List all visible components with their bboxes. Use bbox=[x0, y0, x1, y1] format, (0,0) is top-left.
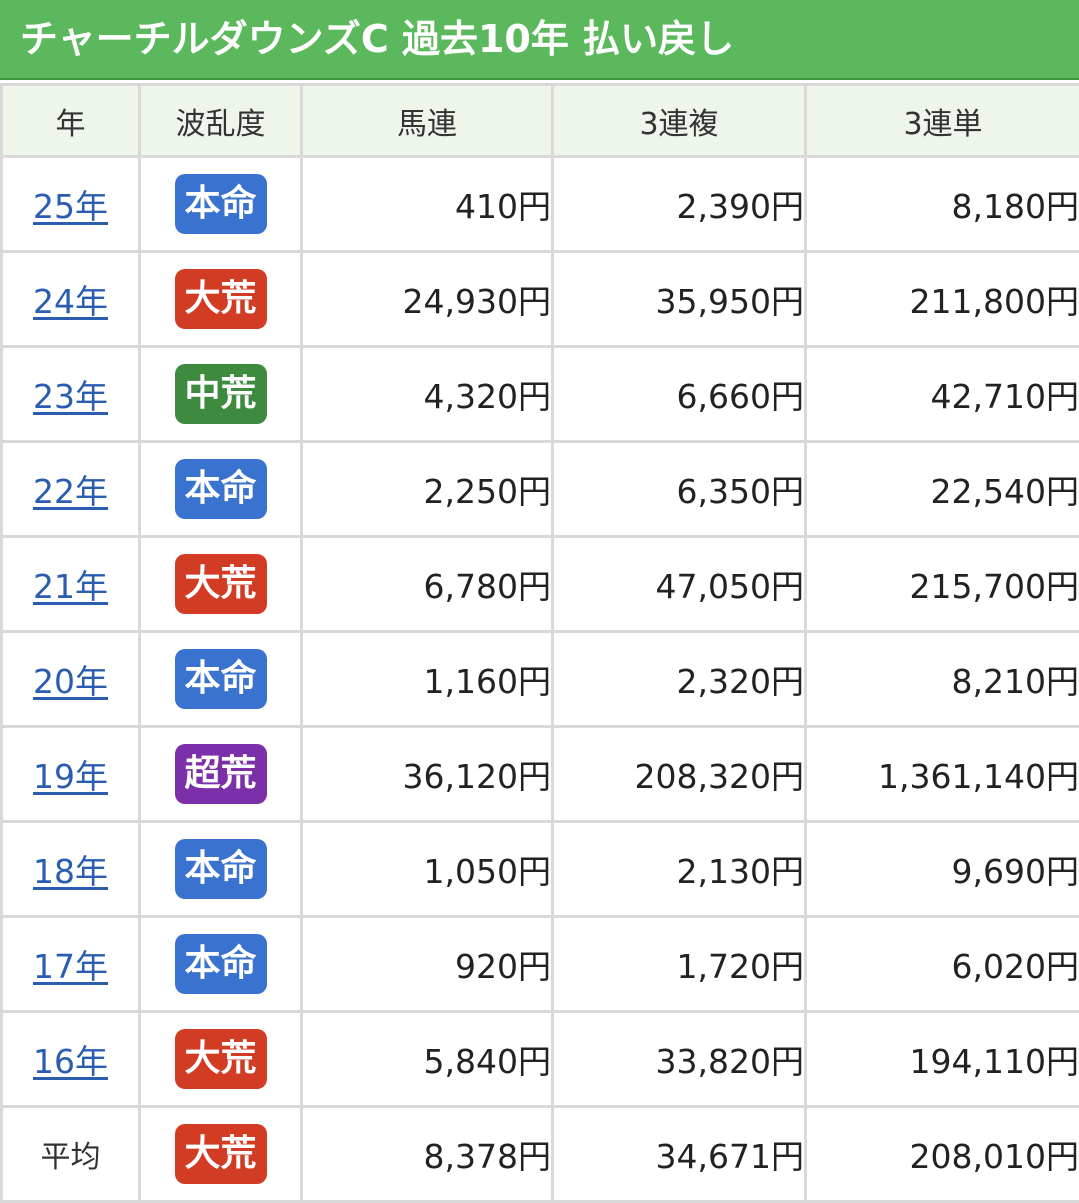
level-badge: 超荒 bbox=[175, 744, 267, 804]
umaren-cell: 6,780円 bbox=[302, 537, 553, 632]
year-cell: 18年 bbox=[2, 822, 140, 917]
year-link[interactable]: 23年 bbox=[33, 377, 108, 416]
average-row: 平均 大荒 8,378円 34,671円 208,010円 bbox=[2, 1107, 1079, 1202]
year-cell: 20年 bbox=[2, 632, 140, 727]
level-cell: 超荒 bbox=[140, 727, 302, 822]
sanrenpuku-cell: 35,950円 bbox=[553, 252, 806, 347]
sanrentan-cell: 8,210円 bbox=[806, 632, 1079, 727]
sanrentan-cell: 8,180円 bbox=[806, 157, 1079, 252]
sanrentan-cell: 42,710円 bbox=[806, 347, 1079, 442]
level-badge: 本命 bbox=[175, 839, 267, 899]
umaren-cell: 1,050円 bbox=[302, 822, 553, 917]
sanrentan-cell: 22,540円 bbox=[806, 442, 1079, 537]
year-link[interactable]: 19年 bbox=[33, 757, 108, 796]
level-badge: 本命 bbox=[175, 459, 267, 519]
level-cell: 本命 bbox=[140, 917, 302, 1012]
table-header: 年 波乱度 馬連 3連複 3連単 bbox=[2, 85, 1079, 157]
year-cell: 16年 bbox=[2, 1012, 140, 1107]
year-cell: 21年 bbox=[2, 537, 140, 632]
sanrentan-cell: 215,700円 bbox=[806, 537, 1079, 632]
sanrenpuku-cell: 6,660円 bbox=[553, 347, 806, 442]
header-sanrenpuku: 3連複 bbox=[553, 85, 806, 157]
header-umaren: 馬連 bbox=[302, 85, 553, 157]
year-cell: 17年 bbox=[2, 917, 140, 1012]
sanrenpuku-cell: 2,390円 bbox=[553, 157, 806, 252]
year-cell: 24年 bbox=[2, 252, 140, 347]
average-label: 平均 bbox=[2, 1107, 140, 1202]
level-cell: 大荒 bbox=[140, 1107, 302, 1202]
year-link[interactable]: 16年 bbox=[33, 1042, 108, 1081]
table-row: 18年 本命 1,050円 2,130円 9,690円 bbox=[2, 822, 1079, 917]
year-cell: 19年 bbox=[2, 727, 140, 822]
umaren-cell: 1,160円 bbox=[302, 632, 553, 727]
level-badge: 本命 bbox=[175, 934, 267, 994]
year-link[interactable]: 22年 bbox=[33, 472, 108, 511]
sanrenpuku-cell: 6,350円 bbox=[553, 442, 806, 537]
sanrenpuku-cell: 208,320円 bbox=[553, 727, 806, 822]
sanrenpuku-cell: 33,820円 bbox=[553, 1012, 806, 1107]
level-badge: 本命 bbox=[175, 174, 267, 234]
sanrenpuku-cell: 2,130円 bbox=[553, 822, 806, 917]
umaren-cell: 4,320円 bbox=[302, 347, 553, 442]
level-badge: 本命 bbox=[175, 649, 267, 709]
table-row: 19年 超荒 36,120円 208,320円 1,361,140円 bbox=[2, 727, 1079, 822]
sanrentan-cell: 6,020円 bbox=[806, 917, 1079, 1012]
level-cell: 本命 bbox=[140, 157, 302, 252]
level-cell: 大荒 bbox=[140, 1012, 302, 1107]
level-cell: 大荒 bbox=[140, 252, 302, 347]
umaren-average: 8,378円 bbox=[302, 1107, 553, 1202]
table-row: 21年 大荒 6,780円 47,050円 215,700円 bbox=[2, 537, 1079, 632]
level-cell: 大荒 bbox=[140, 537, 302, 632]
level-badge: 中荒 bbox=[175, 364, 267, 424]
table-row: 25年 本命 410円 2,390円 8,180円 bbox=[2, 157, 1079, 252]
table-row: 20年 本命 1,160円 2,320円 8,210円 bbox=[2, 632, 1079, 727]
year-link[interactable]: 24年 bbox=[33, 282, 108, 321]
table-row: 22年 本命 2,250円 6,350円 22,540円 bbox=[2, 442, 1079, 537]
year-link[interactable]: 17年 bbox=[33, 947, 108, 986]
level-badge: 大荒 bbox=[175, 554, 267, 614]
umaren-cell: 410円 bbox=[302, 157, 553, 252]
sanrentan-cell: 211,800円 bbox=[806, 252, 1079, 347]
year-link[interactable]: 18年 bbox=[33, 852, 108, 891]
level-badge: 大荒 bbox=[175, 269, 267, 329]
sanrentan-average: 208,010円 bbox=[806, 1107, 1079, 1202]
sanrenpuku-average: 34,671円 bbox=[553, 1107, 806, 1202]
year-link[interactable]: 20年 bbox=[33, 662, 108, 701]
umaren-cell: 5,840円 bbox=[302, 1012, 553, 1107]
header-year: 年 bbox=[2, 85, 140, 157]
sanrenpuku-cell: 47,050円 bbox=[553, 537, 806, 632]
table-row: 17年 本命 920円 1,720円 6,020円 bbox=[2, 917, 1079, 1012]
table-body: 25年 本命 410円 2,390円 8,180円 24年 大荒 24,930円… bbox=[2, 157, 1079, 1202]
payout-table: 年 波乱度 馬連 3連複 3連単 25年 本命 410円 2,390円 8,18… bbox=[0, 83, 1079, 1203]
sanrentan-cell: 1,361,140円 bbox=[806, 727, 1079, 822]
umaren-cell: 24,930円 bbox=[302, 252, 553, 347]
sanrentan-cell: 9,690円 bbox=[806, 822, 1079, 917]
year-link[interactable]: 21年 bbox=[33, 567, 108, 606]
level-cell: 本命 bbox=[140, 822, 302, 917]
level-cell: 本命 bbox=[140, 632, 302, 727]
sanrentan-cell: 194,110円 bbox=[806, 1012, 1079, 1107]
year-cell: 23年 bbox=[2, 347, 140, 442]
table-row: 16年 大荒 5,840円 33,820円 194,110円 bbox=[2, 1012, 1079, 1107]
year-link[interactable]: 25年 bbox=[33, 187, 108, 226]
umaren-cell: 36,120円 bbox=[302, 727, 553, 822]
umaren-cell: 920円 bbox=[302, 917, 553, 1012]
header-row: 年 波乱度 馬連 3連複 3連単 bbox=[2, 85, 1079, 157]
year-cell: 22年 bbox=[2, 442, 140, 537]
sanrenpuku-cell: 1,720円 bbox=[553, 917, 806, 1012]
header-sanrentan: 3連単 bbox=[806, 85, 1079, 157]
level-badge: 大荒 bbox=[175, 1029, 267, 1089]
sanrenpuku-cell: 2,320円 bbox=[553, 632, 806, 727]
table-row: 24年 大荒 24,930円 35,950円 211,800円 bbox=[2, 252, 1079, 347]
header-level: 波乱度 bbox=[140, 85, 302, 157]
page-title: チャーチルダウンズC 過去10年 払い戻し bbox=[0, 0, 1079, 80]
level-cell: 本命 bbox=[140, 442, 302, 537]
level-cell: 中荒 bbox=[140, 347, 302, 442]
year-cell: 25年 bbox=[2, 157, 140, 252]
table-row: 23年 中荒 4,320円 6,660円 42,710円 bbox=[2, 347, 1079, 442]
level-badge: 大荒 bbox=[175, 1124, 267, 1184]
umaren-cell: 2,250円 bbox=[302, 442, 553, 537]
